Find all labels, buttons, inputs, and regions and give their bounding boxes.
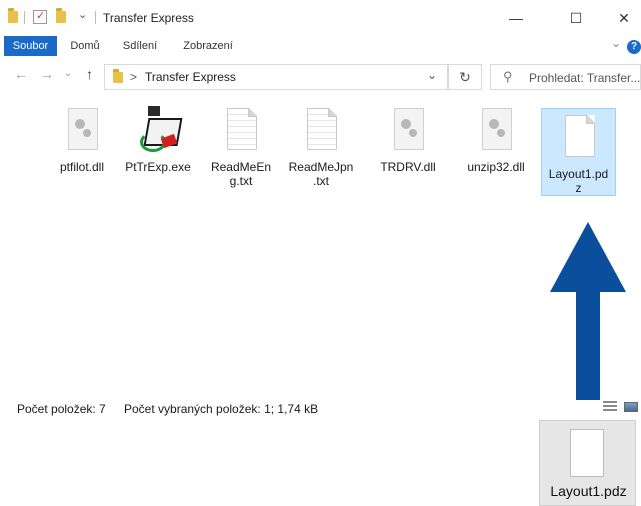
ribbon-expand-icon[interactable]: ⌄ xyxy=(611,36,621,50)
file-name-line: ReadMeJpn xyxy=(288,160,354,174)
status-selected: Počet vybraných položek: 1; 1,74 kB xyxy=(124,402,319,416)
file-name: ptfilot.dll xyxy=(59,160,105,174)
file-name: unzip32.dll xyxy=(467,160,525,174)
file-name-line: Layout1.pd xyxy=(548,167,609,181)
file-name-line: .txt xyxy=(312,174,329,188)
blank-file-icon xyxy=(557,113,601,163)
file-name-line: g.txt xyxy=(229,174,253,188)
dll-gear-icon xyxy=(474,106,518,156)
file-name: PtTrExp.exe xyxy=(125,160,191,174)
drag-preview: Layout1.pdz xyxy=(539,420,636,506)
drag-preview-label: Layout1.pdz xyxy=(550,483,627,499)
file-name-line: ReadMeEn xyxy=(210,160,272,174)
file-item[interactable]: ptfilot.dll xyxy=(44,106,120,174)
recent-locations-icon[interactable]: ⌄ xyxy=(64,68,72,79)
title-separator xyxy=(95,11,96,24)
breadcrumb[interactable]: Transfer Express xyxy=(145,70,236,84)
window-title: Transfer Express xyxy=(103,11,194,25)
new-folder-icon[interactable] xyxy=(56,8,66,23)
printer-exe-icon xyxy=(136,106,183,156)
up-icon[interactable]: ↑ xyxy=(86,66,93,82)
status-item-count: Počet položek: 7 xyxy=(17,402,106,416)
help-icon[interactable]: ? xyxy=(627,40,641,54)
file-item[interactable]: ReadMeEn g.txt xyxy=(203,106,279,188)
text-file-icon xyxy=(299,106,343,156)
breadcrumb-separator: > xyxy=(130,70,138,84)
details-view-icon[interactable] xyxy=(603,401,617,413)
tab-sdileni[interactable]: Sdílení xyxy=(117,36,163,56)
file-item[interactable]: TRDRV.dll xyxy=(370,106,446,174)
refresh-icon[interactable]: ↻ xyxy=(448,64,482,90)
dll-gear-icon xyxy=(386,106,430,156)
file-item[interactable]: PtTrExp.exe xyxy=(120,106,196,174)
blank-file-icon xyxy=(570,429,604,477)
address-dropdown-icon[interactable]: ⌄ xyxy=(427,68,437,82)
search-input[interactable]: ⚲ Prohledat: Transfer... xyxy=(490,64,641,90)
arrow-stem xyxy=(576,290,600,400)
address-bar[interactable]: > Transfer Express ⌄ xyxy=(104,64,448,90)
file-name-line: z xyxy=(575,181,582,195)
folder-icon xyxy=(113,69,123,83)
text-file-icon xyxy=(219,106,263,156)
title-separator xyxy=(24,11,25,24)
properties-check-icon[interactable]: ✓ xyxy=(33,10,47,24)
tab-domu[interactable]: Domů xyxy=(63,36,107,56)
large-icons-view-icon[interactable] xyxy=(624,402,638,412)
file-name: TRDRV.dll xyxy=(380,160,436,174)
minimize-button[interactable]: — xyxy=(502,6,530,30)
file-item[interactable]: unzip32.dll xyxy=(458,106,534,174)
close-button[interactable]: ✕ xyxy=(610,6,638,30)
quick-access-dropdown-icon[interactable]: ⌄ xyxy=(78,8,87,21)
folder-icon xyxy=(8,8,18,23)
search-placeholder: Prohledat: Transfer... xyxy=(529,71,641,85)
file-item-selected[interactable]: Layout1.pd z xyxy=(541,108,616,196)
arrow-head xyxy=(550,222,626,292)
tab-zobrazeni[interactable]: Zobrazení xyxy=(176,36,240,56)
tab-soubor[interactable]: Soubor xyxy=(4,36,57,56)
dll-gear-icon xyxy=(60,106,104,156)
back-icon[interactable]: ← xyxy=(14,66,28,82)
file-item[interactable]: ReadMeJpn .txt xyxy=(283,106,359,188)
search-icon: ⚲ xyxy=(503,69,513,84)
title-bar xyxy=(0,0,641,36)
maximize-button[interactable]: ☐ xyxy=(562,6,590,30)
forward-icon[interactable]: → xyxy=(40,66,54,82)
